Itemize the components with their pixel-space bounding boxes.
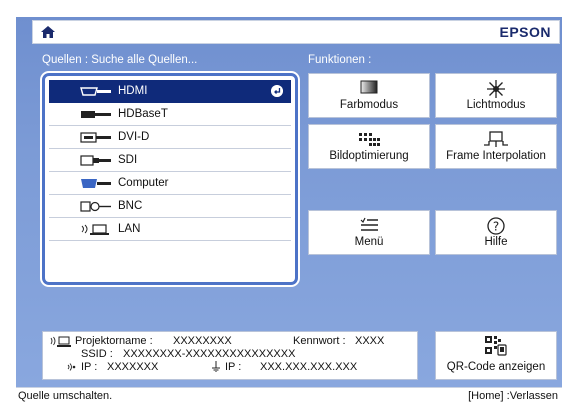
light-mode-button[interactable]: Lichtmodus — [435, 73, 557, 118]
button-label: Hilfe — [484, 236, 508, 248]
show-qr-code-button[interactable]: QR-Code anzeigen — [435, 331, 557, 380]
qr-code-icon — [485, 336, 507, 356]
button-label: QR-Code anzeigen — [446, 361, 546, 373]
source-list: HDMI HDBaseT DVI-D SDI Computer BNC LAN — [42, 73, 298, 285]
source-label: DVI-D — [118, 131, 150, 143]
lan-icon — [81, 224, 109, 235]
frame-interpolation-icon — [484, 131, 508, 147]
network-info-panel: Projektorname : XXXXXXXX Kennwort : XXXX… — [42, 331, 418, 380]
vga-connector-icon — [81, 179, 111, 188]
source-label: SDI — [118, 154, 138, 166]
source-label: HDMI — [118, 85, 148, 97]
button-label: Farbmodus — [339, 99, 399, 111]
projector-name-value: XXXXXXXX — [173, 335, 232, 347]
home-icon[interactable] — [41, 26, 55, 38]
button-label: Lichtmodus — [466, 99, 526, 111]
source-item-hdmi[interactable]: HDMI — [49, 80, 291, 103]
image-enhancement-icon — [359, 133, 380, 146]
source-label: Computer — [118, 177, 169, 189]
menu-button[interactable]: Menü — [308, 210, 430, 255]
wireless-icon — [67, 363, 76, 371]
menu-icon — [360, 217, 378, 231]
hdmi-connector-icon — [80, 87, 111, 96]
bnc-connector-icon — [80, 201, 111, 212]
button-label: Frame Interpolation — [446, 150, 546, 162]
help-icon: ? — [487, 217, 505, 235]
button-label: Bildoptimierung — [329, 150, 409, 162]
source-item-computer[interactable]: Computer — [49, 172, 291, 195]
button-label: Menü — [354, 236, 384, 248]
light-mode-icon — [487, 80, 505, 98]
functions-label: Funktionen : — [308, 54, 372, 66]
wired-network-icon — [212, 361, 220, 372]
wired-ip-label: IP : — [225, 361, 242, 373]
help-button[interactable]: ? Hilfe — [435, 210, 557, 255]
password-label: Kennwort : — [293, 335, 346, 347]
frame-interpolation-button[interactable]: Frame Interpolation — [435, 124, 557, 169]
source-item-hdbaset[interactable]: HDBaseT — [49, 103, 291, 126]
svg-text:?: ? — [493, 220, 499, 234]
enter-icon — [271, 85, 283, 97]
wireless-ip-label: IP : — [81, 361, 98, 373]
exit-hint: [Home] :Verlassen — [468, 390, 558, 402]
projector-name-label: Projektorname : — [75, 335, 153, 347]
source-item-dvi-d[interactable]: DVI-D — [49, 126, 291, 149]
wired-ip-value: XXX.XXX.XXX.XXX — [260, 361, 358, 373]
color-mode-button[interactable]: Farbmodus — [308, 73, 430, 118]
ssid-label: SSID : — [81, 348, 113, 360]
projector-home-screen: EPSON Quellen : Suche alle Quellen... Fu… — [16, 17, 562, 403]
ssid-value: XXXXXXXX-XXXXXXXXXXXXXXX — [123, 348, 296, 360]
status-hint: Quelle umschalten. — [18, 390, 113, 402]
source-item-bnc[interactable]: BNC — [49, 195, 291, 218]
password-value: XXXX — [355, 335, 385, 347]
sources-label: Quellen : Suche alle Quellen... — [42, 54, 198, 66]
source-item-lan[interactable]: LAN — [49, 218, 291, 241]
wireless-ip-value: XXXXXXX — [107, 361, 159, 373]
color-mode-icon — [360, 80, 378, 94]
top-bar: EPSON — [32, 20, 560, 44]
source-item-sdi[interactable]: SDI — [49, 149, 291, 172]
sdi-connector-icon — [80, 155, 111, 166]
hdbaset-connector-icon — [81, 111, 111, 118]
lan-icon — [50, 336, 71, 347]
image-enhancement-button[interactable]: Bildoptimierung — [308, 124, 430, 169]
source-label: BNC — [118, 200, 143, 212]
source-label: LAN — [118, 223, 141, 235]
brand-logo: EPSON — [499, 24, 551, 40]
status-bar: Quelle umschalten. [Home] :Verlassen — [16, 387, 562, 403]
dvi-connector-icon — [80, 132, 111, 143]
source-label: HDBaseT — [118, 108, 168, 120]
